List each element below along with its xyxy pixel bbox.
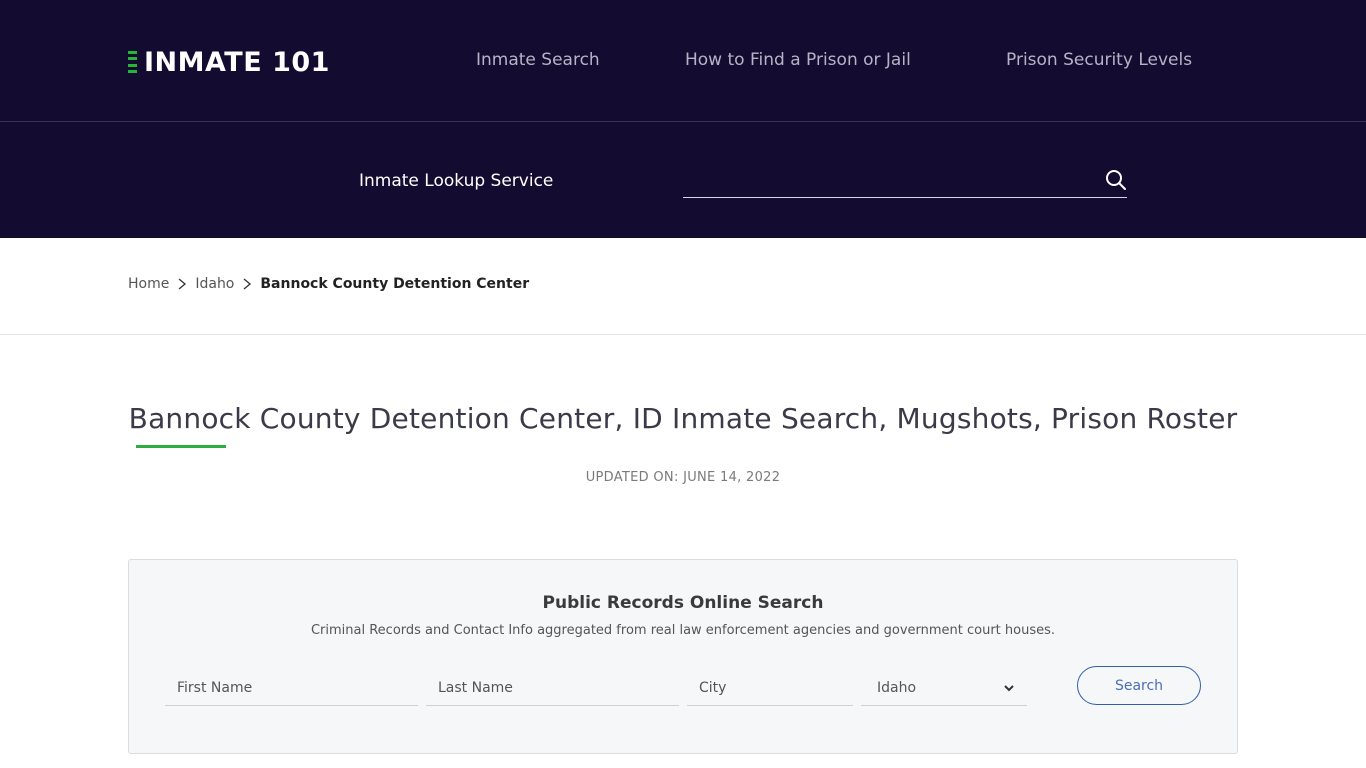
card-subtitle: Criminal Records and Contact Info aggreg… (310, 623, 1056, 638)
lookup-search-input[interactable] (683, 163, 1127, 198)
nav-security-levels[interactable]: Prison Security Levels (1006, 50, 1192, 70)
nav-bar: INMATE 101 Inmate Search How to Find a P… (0, 0, 1366, 122)
chevron-right-icon (178, 278, 187, 290)
search-icon[interactable] (1104, 168, 1128, 192)
logo-text: INMATE 101 (144, 46, 330, 78)
breadcrumb: Home Idaho Bannock County Detention Cent… (128, 276, 529, 292)
last-name-input[interactable] (426, 670, 679, 706)
updated-date: UPDATED ON: JUNE 14, 2022 (585, 470, 781, 485)
city-input[interactable] (687, 670, 853, 706)
breadcrumb-home[interactable]: Home (128, 276, 169, 292)
chevron-down-icon (1004, 684, 1014, 691)
state-select[interactable]: Idaho (861, 670, 1027, 706)
breadcrumb-idaho[interactable]: Idaho (195, 276, 234, 292)
state-select-value: Idaho (877, 679, 917, 696)
search-button[interactable]: Search (1077, 666, 1201, 705)
public-records-search-card: Public Records Online Search Criminal Re… (128, 559, 1238, 754)
first-name-input[interactable] (165, 670, 418, 706)
site-header: INMATE 101 Inmate Search How to Find a P… (0, 0, 1366, 238)
lookup-label: Inmate Lookup Service (359, 171, 554, 191)
chevron-right-icon (243, 278, 252, 290)
logo-bars-icon (128, 51, 137, 73)
title-underline (136, 445, 226, 448)
nav-find-prison[interactable]: How to Find a Prison or Jail (685, 50, 911, 70)
card-title: Public Records Online Search (542, 593, 824, 613)
site-logo[interactable]: INMATE 101 (128, 46, 330, 78)
page-title: Bannock County Detention Center, ID Inma… (128, 402, 1238, 435)
breadcrumb-bar: Home Idaho Bannock County Detention Cent… (0, 238, 1366, 335)
breadcrumb-current: Bannock County Detention Center (260, 276, 530, 292)
nav-inmate-search[interactable]: Inmate Search (476, 50, 600, 70)
